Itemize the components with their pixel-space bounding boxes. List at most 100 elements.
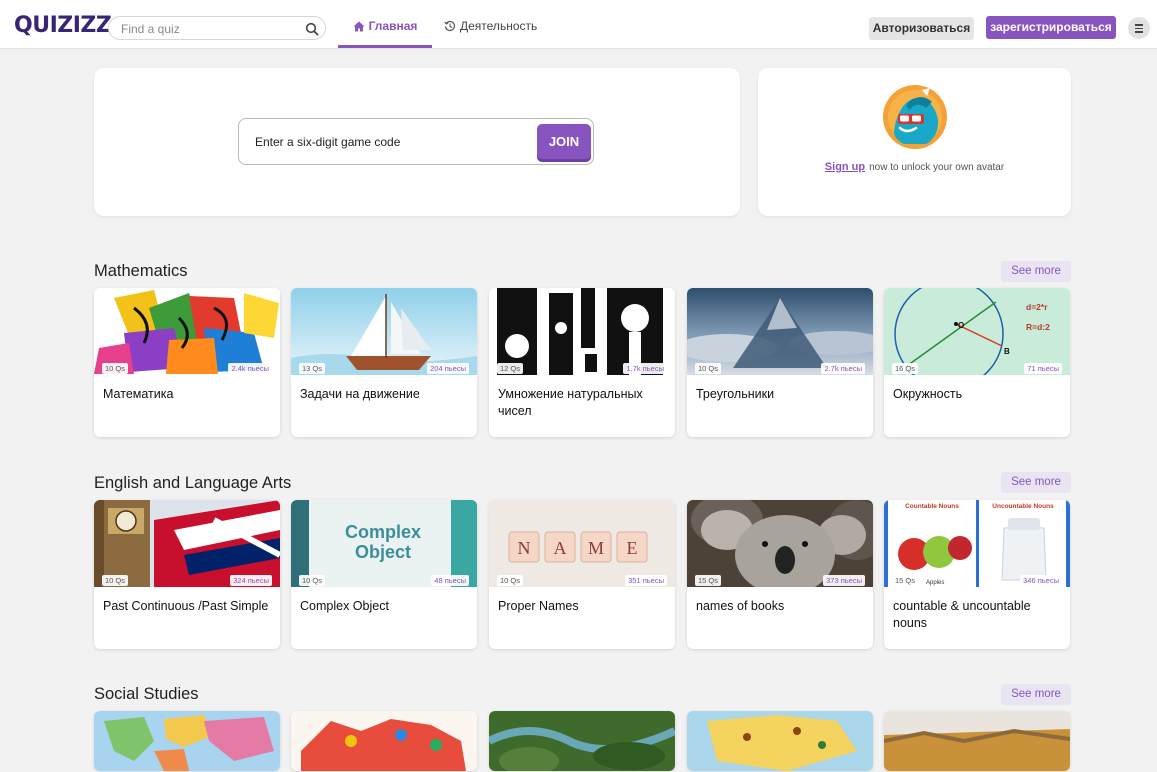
thumb-label: Complex xyxy=(345,522,421,542)
thumb-label: M xyxy=(588,538,604,558)
quiz-card[interactable]: 10 Qs 2.4k пьесы Математика xyxy=(94,288,280,437)
thumb-label: A xyxy=(554,538,567,558)
quiz-title: Окружность xyxy=(893,387,963,401)
quiz-title: Задачи на движение xyxy=(300,387,420,401)
quiz-title: countable & uncountable nouns xyxy=(893,599,1031,630)
signup-link[interactable]: Sign up xyxy=(825,161,865,173)
quiz-thumbnail xyxy=(94,500,280,587)
section-title-english: English and Language Arts xyxy=(94,474,292,492)
thumb-label: Object xyxy=(355,542,411,562)
avatar-card: Sign up now to unlock your own avatar xyxy=(758,68,1071,216)
quiz-thumbnail: O B d=2*r R=d:2 xyxy=(884,288,1070,375)
quiz-card[interactable]: 12 Qs 1.7k пьесы Умножение натуральных ч… xyxy=(489,288,675,437)
quiz-thumbnail xyxy=(291,711,477,771)
thumb-label: d=2*r xyxy=(1026,302,1048,312)
question-count: 13 Qs xyxy=(299,363,326,374)
question-count: 10 Qs xyxy=(695,363,722,374)
menu-icon-line xyxy=(1135,31,1143,33)
quiz-card[interactable] xyxy=(291,711,477,771)
question-count: 12 Qs xyxy=(497,363,524,374)
quiz-title: Proper Names xyxy=(498,599,579,613)
thumb-label: B xyxy=(1004,347,1010,356)
quiz-title: Complex Object xyxy=(300,599,389,613)
quiz-title: Математика xyxy=(103,387,174,401)
quiz-card[interactable]: Complex Object 10 Qs 48 пьесы Complex Ob… xyxy=(291,500,477,649)
quiz-thumbnail xyxy=(687,500,873,587)
quiz-thumbnail xyxy=(291,288,477,375)
play-count: 351 пьесы xyxy=(625,575,667,586)
quiz-card[interactable] xyxy=(94,711,280,771)
quiz-title: Умножение натуральных чисел xyxy=(498,387,643,418)
unlock-avatar-text: Sign up now to unlock your own avatar xyxy=(758,161,1071,173)
quiz-thumbnail xyxy=(489,288,675,375)
thumb-label: Uncountable Nouns xyxy=(992,503,1054,510)
menu-icon xyxy=(1135,24,1143,26)
quizizz-logo[interactable]: QUIZIZZ xyxy=(14,15,112,37)
play-count: 324 пьесы xyxy=(230,575,272,586)
hamburger-menu-button[interactable] xyxy=(1128,17,1150,39)
play-count: 48 пьесы xyxy=(431,575,469,586)
quiz-thumbnail xyxy=(884,711,1070,771)
play-count: 1.7k пьесы xyxy=(623,363,667,374)
search-input[interactable] xyxy=(121,20,291,37)
thumb-label: Countable Nouns xyxy=(905,503,959,510)
tab-activity-label: Деятельность xyxy=(460,19,538,33)
section-title-social-studies: Social Studies xyxy=(94,685,199,703)
play-count: 204 пьесы xyxy=(427,363,469,374)
tab-home-label: Главная xyxy=(368,19,418,33)
question-count: 15 Qs xyxy=(892,575,919,586)
play-count: 373 пьесы xyxy=(823,575,865,586)
play-count: 2.7k пьесы xyxy=(821,363,865,374)
game-code-input[interactable] xyxy=(255,134,525,150)
section-title-mathematics: Mathematics xyxy=(94,262,188,280)
top-navbar: QUIZIZZ Главная Деятельность Авторизоват… xyxy=(0,0,1157,49)
search-box xyxy=(108,16,326,40)
thumb-label: E xyxy=(627,538,638,558)
tab-home[interactable]: Главная xyxy=(338,12,432,48)
quiz-card[interactable] xyxy=(489,711,675,771)
quiz-card[interactable]: 13 Qs 204 пьесы Задачи на движение xyxy=(291,288,477,437)
quiz-thumbnail: N A M E xyxy=(489,500,675,587)
unlock-text: now to unlock your own avatar xyxy=(869,162,1005,173)
quiz-card[interactable]: 10 Qs 324 пьесы Past Continuous /Past Si… xyxy=(94,500,280,649)
join-button[interactable]: JOIN xyxy=(537,124,591,159)
quiz-thumbnail xyxy=(687,288,873,375)
play-count: 346 пьесы xyxy=(1020,575,1062,586)
signup-button[interactable]: зарегистрироваться xyxy=(986,16,1116,39)
quiz-thumbnail: Complex Object xyxy=(291,500,477,587)
search-icon[interactable] xyxy=(305,22,319,36)
quiz-card[interactable] xyxy=(687,711,873,771)
avatar-icon xyxy=(883,85,947,149)
quiz-card[interactable]: Countable Nouns Uncountable Nouns Apples… xyxy=(884,500,1070,649)
quiz-card[interactable]: N A M E 10 Qs 351 пьесы Proper Names xyxy=(489,500,675,649)
home-icon xyxy=(353,21,365,32)
menu-icon-line xyxy=(1135,27,1143,29)
quiz-thumbnail xyxy=(94,711,280,771)
quiz-title: names of books xyxy=(696,599,785,613)
see-more-mathematics[interactable]: See more xyxy=(1001,261,1071,282)
join-code-box: JOIN xyxy=(238,118,594,165)
quiz-thumbnail: Countable Nouns Uncountable Nouns Apples xyxy=(884,500,1070,587)
question-count: 10 Qs xyxy=(299,575,326,586)
quiz-thumbnail xyxy=(489,711,675,771)
tab-activity[interactable]: Деятельность xyxy=(444,12,554,48)
login-button[interactable]: Авторизоваться xyxy=(869,17,974,40)
quiz-card[interactable]: 10 Qs 2.7k пьесы Треугольники xyxy=(687,288,873,437)
thumb-label: Apples xyxy=(926,580,944,586)
play-count: 2.4k пьесы xyxy=(228,363,272,374)
join-game-card: JOIN xyxy=(94,68,740,216)
play-count: 71 пьесы xyxy=(1024,363,1062,374)
quiz-card[interactable] xyxy=(884,711,1070,771)
quiz-title: Past Continuous /Past Simple xyxy=(103,599,269,613)
quiz-thumbnail xyxy=(687,711,873,771)
see-more-english[interactable]: See more xyxy=(1001,472,1071,493)
quiz-card[interactable]: 15 Qs 373 пьесы names of books xyxy=(687,500,873,649)
see-more-social-studies[interactable]: See more xyxy=(1001,684,1071,705)
thumb-label: N xyxy=(518,538,531,558)
quiz-title: Треугольники xyxy=(696,387,775,401)
question-count: 15 Qs xyxy=(695,575,722,586)
question-count: 10 Qs xyxy=(102,575,129,586)
quiz-thumbnail xyxy=(94,288,280,375)
quiz-card[interactable]: O B d=2*r R=d:2 16 Qs 71 пьесы Окружност… xyxy=(884,288,1070,437)
thumb-label: R=d:2 xyxy=(1026,322,1050,332)
